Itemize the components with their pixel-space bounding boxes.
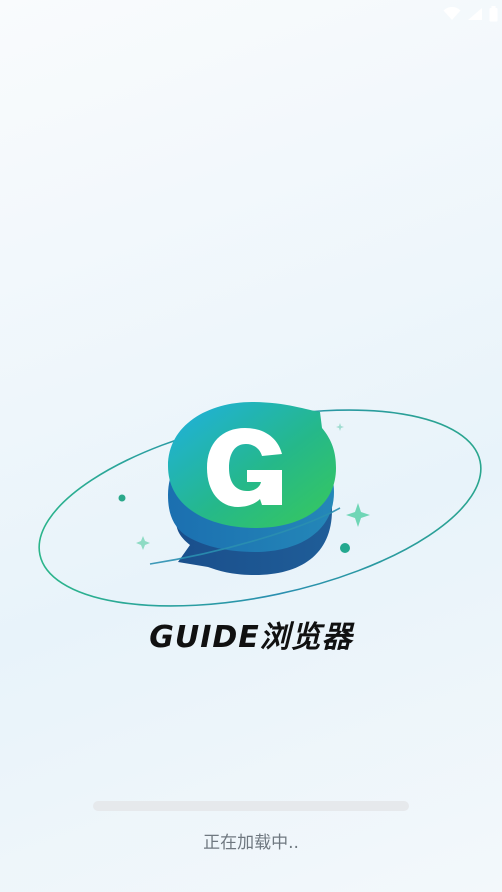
sparkle-icon (136, 536, 150, 550)
app-logo (38, 402, 482, 607)
sparkle-icon (346, 503, 370, 527)
orbit-dot (340, 543, 350, 553)
splash-screen: GUIDE浏览器 正在加载中.. (0, 0, 502, 892)
loading-progress-bar (93, 801, 409, 811)
sparkle-icon (336, 423, 344, 431)
orbit-dot (118, 494, 126, 502)
app-name: GUIDE浏览器 (149, 620, 353, 655)
loading-status-text: 正在加载中.. (203, 833, 299, 853)
logo-bubble (168, 402, 336, 575)
